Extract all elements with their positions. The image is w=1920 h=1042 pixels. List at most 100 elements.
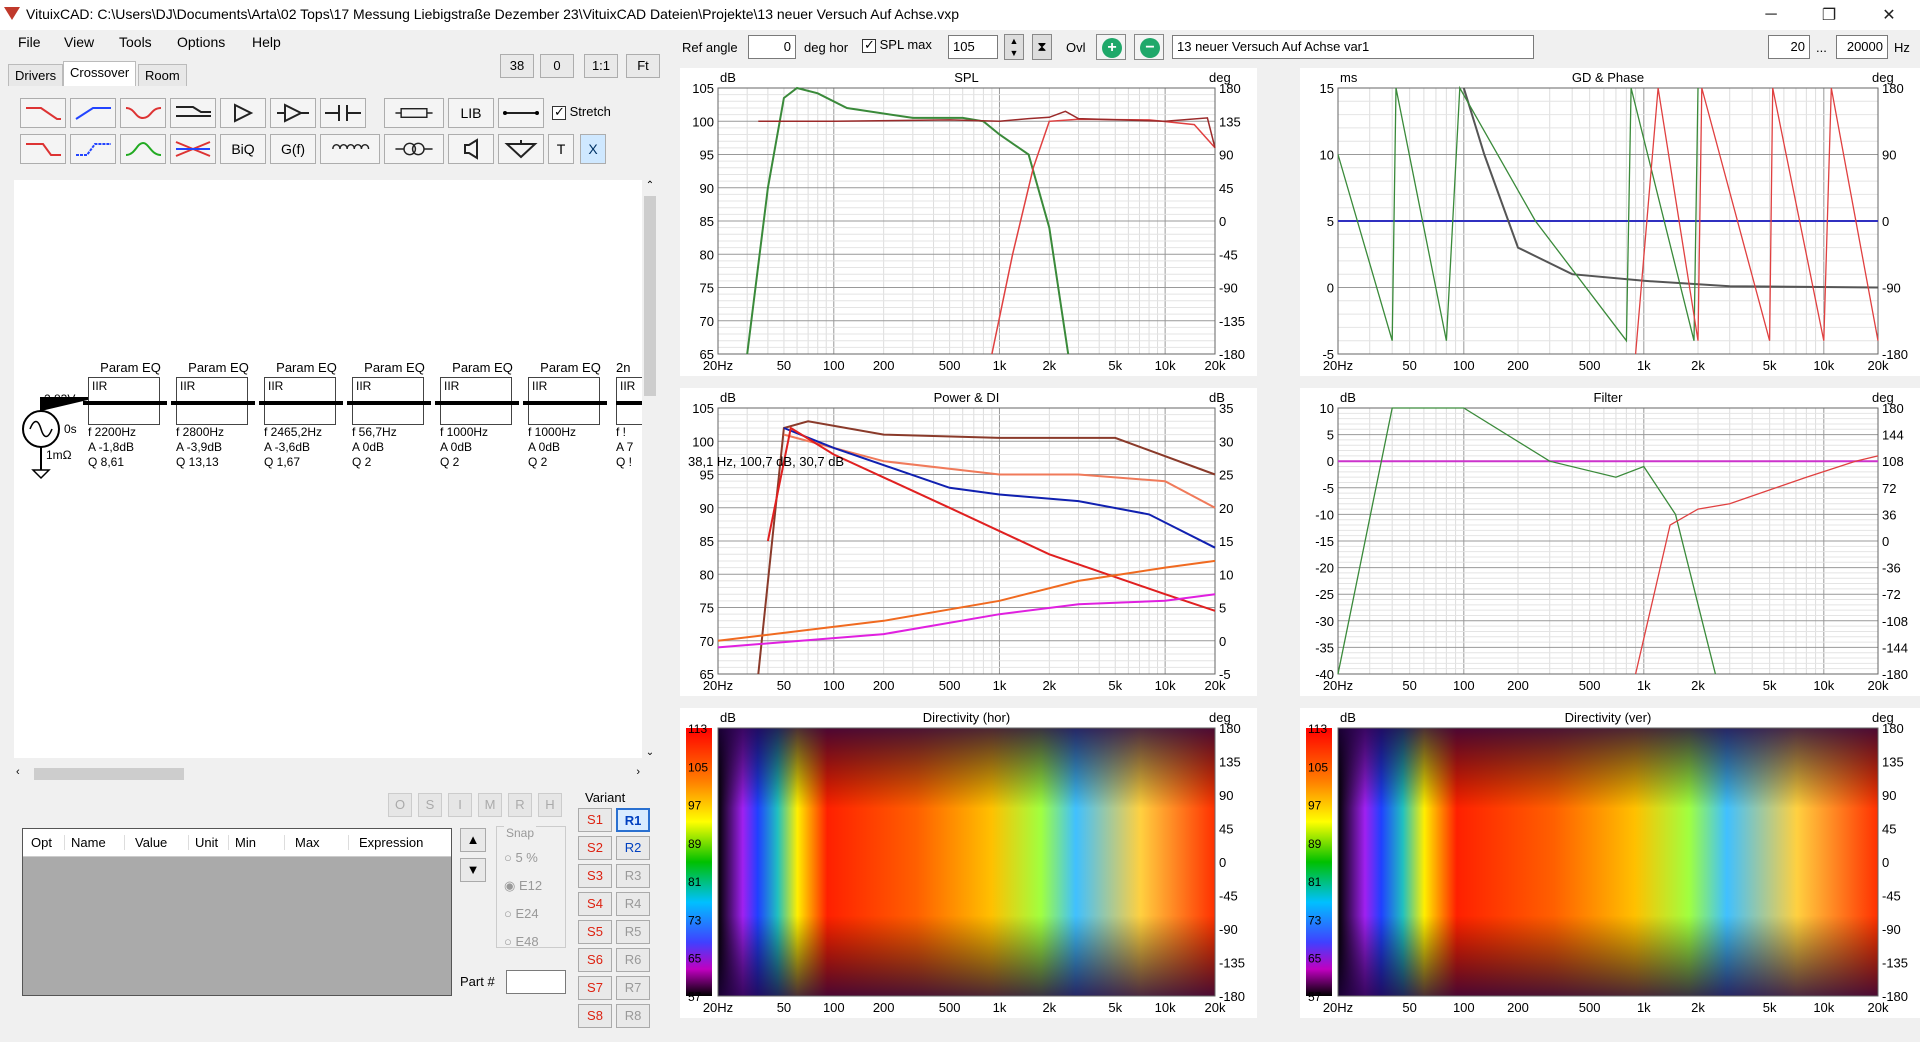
column-min[interactable]: Min — [229, 835, 285, 850]
shelving-icon[interactable] — [170, 98, 216, 128]
snap-option-e48[interactable]: ○ E48 — [504, 934, 539, 949]
speaker-icon[interactable] — [448, 134, 494, 164]
freq-min-input[interactable]: 20 — [1768, 35, 1810, 59]
opt-button-s[interactable]: S — [418, 793, 442, 817]
move-down-button[interactable]: ▼ — [460, 858, 486, 882]
zoom-fit-button[interactable]: Ft — [626, 54, 660, 78]
restore-button[interactable]: ❐ — [1806, 0, 1852, 30]
buffer-icon[interactable] — [220, 98, 266, 128]
delete-button[interactable]: X — [580, 134, 606, 164]
peq-block[interactable]: Param EQ IIR f 2200Hz A -1,8dB Q 8,61 — [83, 360, 173, 470]
biquad-button[interactable]: BiQ — [220, 134, 266, 164]
variant-r2[interactable]: R2 — [616, 836, 650, 860]
variant-r1[interactable]: R1 — [616, 808, 650, 832]
menu-view[interactable]: View — [64, 34, 94, 50]
x-tick: 20k — [1868, 678, 1889, 693]
variant-r4[interactable]: R4 — [616, 892, 650, 916]
highpass-icon[interactable] — [70, 98, 116, 128]
peq-block[interactable]: 2n IIR f ! A 7Q ! — [616, 360, 642, 470]
column-unit[interactable]: Unit — [189, 835, 229, 850]
opamp-icon[interactable] — [270, 98, 316, 128]
stretch-checkbox[interactable]: Stretch — [552, 104, 611, 120]
opt-button-h[interactable]: H — [538, 793, 562, 817]
menu-file[interactable]: File — [18, 34, 41, 50]
gf-button[interactable]: G(f) — [270, 134, 316, 164]
menu-help[interactable]: Help — [252, 34, 281, 50]
column-expression[interactable]: Expression — [349, 835, 451, 850]
optimizer-table[interactable]: Opt Name Value Unit Min Max Expression — [22, 828, 452, 996]
variant-r8[interactable]: R8 — [616, 1004, 650, 1028]
ref-angle-input[interactable]: 0 — [748, 35, 796, 59]
variant-r6[interactable]: R6 — [616, 948, 650, 972]
allpass-icon[interactable] — [170, 134, 216, 164]
column-value[interactable]: Value — [125, 835, 189, 850]
zoom-1to1-button[interactable]: 1:1 — [584, 54, 618, 78]
tab-crossover[interactable]: Crossover — [63, 61, 137, 86]
fit-range-button[interactable]: ⧗ — [1032, 34, 1052, 60]
resistor-icon[interactable] — [384, 98, 444, 128]
variant-s7[interactable]: S7 — [578, 976, 612, 1000]
variant-s1[interactable]: S1 — [578, 808, 612, 832]
spl-max-checkbox[interactable]: SPL max — [862, 37, 932, 53]
zoom-value-1[interactable]: 38 — [500, 54, 534, 78]
tab-room[interactable]: Room — [138, 64, 187, 86]
column-opt[interactable]: Opt — [23, 835, 65, 850]
spl-max-input[interactable]: 105 — [948, 35, 998, 59]
opt-button-i[interactable]: I — [448, 793, 472, 817]
column-max[interactable]: Max — [285, 835, 349, 850]
x-tick: 2k — [1042, 1000, 1056, 1015]
notch-icon[interactable] — [120, 98, 166, 128]
variant-s3[interactable]: S3 — [578, 864, 612, 888]
variant-name-input[interactable]: 13 neuer Versuch Auf Achse var1 — [1172, 35, 1534, 59]
close-button[interactable]: ✕ — [1866, 0, 1912, 30]
ground-icon[interactable] — [498, 134, 544, 164]
x-tick: 200 — [873, 678, 895, 693]
y-tick-left: 80 — [700, 247, 714, 262]
variant-r3[interactable]: R3 — [616, 864, 650, 888]
schematic-vscrollbar[interactable]: ⌃ ⌄ — [642, 180, 658, 758]
peq-block[interactable]: Param EQ IIR f 2800Hz A -3,9dB Q 13,13 — [171, 360, 261, 470]
variant-r5[interactable]: R5 — [616, 920, 650, 944]
peq-block[interactable]: Param EQ IIR f 1000Hz A 0dB Q 2 — [435, 360, 525, 470]
freq-max-input[interactable]: 20000 — [1836, 35, 1888, 59]
snap-option-e24[interactable]: ○ E24 — [504, 906, 539, 921]
opt-button-r[interactable]: R — [508, 793, 532, 817]
menu-tools[interactable]: Tools — [119, 34, 152, 50]
add-overlay-button[interactable]: + — [1096, 34, 1126, 60]
tab-drivers[interactable]: Drivers — [8, 64, 64, 86]
lowpass-2-icon[interactable] — [20, 134, 66, 164]
text-tool-button[interactable]: T — [548, 134, 574, 164]
variant-s8[interactable]: S8 — [578, 1004, 612, 1028]
chart-title: GD & Phase — [1572, 70, 1644, 85]
schematic-hscrollbar[interactable]: ‹ › — [14, 766, 642, 782]
inductor-icon[interactable] — [320, 134, 380, 164]
transformer-icon[interactable] — [384, 134, 444, 164]
variant-s5[interactable]: S5 — [578, 920, 612, 944]
opt-button-m[interactable]: M — [478, 793, 502, 817]
wire-icon[interactable] — [498, 98, 544, 128]
peq-block[interactable]: Param EQ IIR f 1000Hz A 0dB Q 2 — [523, 360, 613, 470]
part-number-input[interactable] — [506, 970, 566, 994]
lowpass-icon[interactable] — [20, 98, 66, 128]
opt-button-o[interactable]: O — [388, 793, 412, 817]
snap-option-5pct[interactable]: ○ 5 % — [504, 850, 538, 865]
highpass-2-icon[interactable] — [70, 134, 116, 164]
zoom-value-2[interactable]: 0 — [540, 54, 574, 78]
variant-s2[interactable]: S2 — [578, 836, 612, 860]
capacitor-icon[interactable] — [320, 98, 366, 128]
move-up-button[interactable]: ▲ — [460, 828, 486, 852]
minimize-button[interactable]: ─ — [1748, 0, 1794, 30]
remove-overlay-button[interactable]: − — [1134, 34, 1164, 60]
variant-r7[interactable]: R7 — [616, 976, 650, 1000]
spl-max-spinner[interactable]: ▲ ▼ — [1004, 34, 1024, 60]
variant-s6[interactable]: S6 — [578, 948, 612, 972]
column-name[interactable]: Name — [65, 835, 125, 850]
snap-option-e12[interactable]: ◉ E12 — [504, 878, 542, 894]
peq-block[interactable]: Param EQ IIR f 2465,2Hz A -3,6dB Q 1,67 — [259, 360, 349, 470]
library-button[interactable]: LIB — [448, 98, 494, 128]
variant-s4[interactable]: S4 — [578, 892, 612, 916]
menu-options[interactable]: Options — [177, 34, 225, 50]
bandpass-icon[interactable] — [120, 134, 166, 164]
peq-block[interactable]: Param EQ IIR f 56,7Hz A 0dB Q 2 — [347, 360, 437, 470]
peq-title: Param EQ — [276, 360, 337, 375]
